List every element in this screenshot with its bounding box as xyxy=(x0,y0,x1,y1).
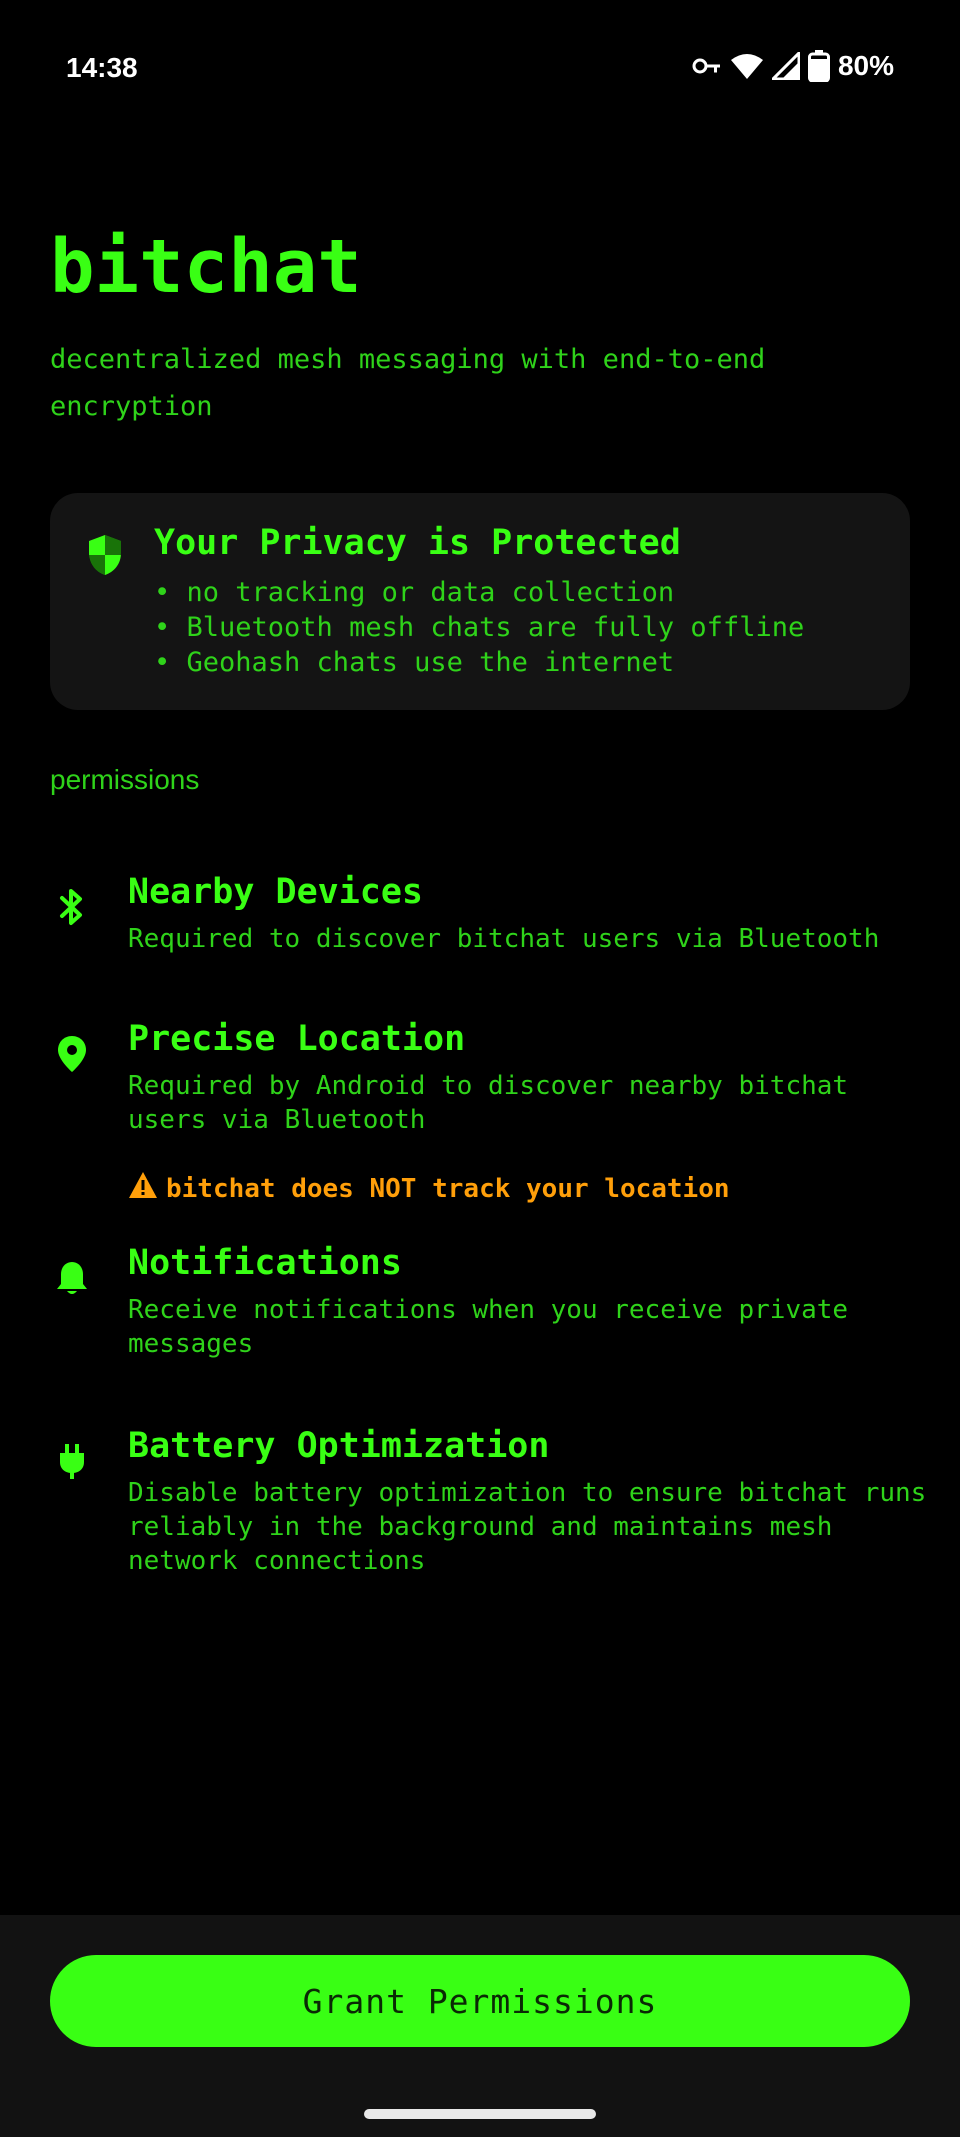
permission-description: Receive notifications when you receive p… xyxy=(128,1295,849,1359)
location-warning: bitchat does NOT track your location xyxy=(128,1171,730,1206)
bell-icon xyxy=(50,1259,94,1297)
permission-precise-location: Precise Location Required by Android to … xyxy=(50,1019,910,1219)
permission-nearby-devices: Nearby Devices Required to discover bitc… xyxy=(50,872,910,962)
status-bar: 14:38 80% xyxy=(0,0,960,140)
permission-description: Disable battery optimization to ensure b… xyxy=(128,1478,927,1576)
privacy-point: • no tracking or data collection xyxy=(154,577,675,608)
privacy-point: • Bluetooth mesh chats are fully offline xyxy=(154,612,805,643)
status-time: 14:38 xyxy=(66,52,138,83)
location-pin-icon xyxy=(50,1035,94,1073)
permission-title: Battery Optimization xyxy=(128,1426,550,1466)
app-title: bitchat xyxy=(50,224,362,310)
permission-title: Notifications xyxy=(128,1243,402,1283)
home-indicator[interactable] xyxy=(364,2109,596,2119)
cell-signal-icon xyxy=(771,52,800,80)
app-tagline: decentralized mesh messaging with end-to… xyxy=(50,344,766,422)
battery-percentage: 80% xyxy=(837,50,894,81)
privacy-title: Your Privacy is Protected xyxy=(154,523,681,563)
privacy-point: • Geohash chats use the internet xyxy=(154,647,675,678)
warning-icon xyxy=(128,1171,158,1206)
shield-icon xyxy=(86,533,124,581)
grant-permissions-button[interactable]: Grant Permissions xyxy=(50,1955,910,2047)
bluetooth-icon xyxy=(50,888,94,926)
plug-icon xyxy=(50,1442,94,1480)
permission-description: Required by Android to discover nearby b… xyxy=(128,1071,849,1135)
wifi-icon xyxy=(730,52,764,80)
privacy-points: • no tracking or data collection • Bluet… xyxy=(154,575,804,680)
status-icons: 80% xyxy=(692,50,894,82)
warning-text: bitchat does NOT track your location xyxy=(166,1173,730,1204)
permission-title: Nearby Devices xyxy=(128,872,424,912)
privacy-card: Your Privacy is Protected • no tracking … xyxy=(50,493,910,710)
bottom-action-bar: Grant Permissions xyxy=(0,1915,960,2137)
battery-icon xyxy=(807,50,830,82)
permission-battery-optimization: Battery Optimization Disable battery opt… xyxy=(50,1426,926,1586)
permission-title: Precise Location xyxy=(128,1019,466,1059)
permission-notifications: Notifications Receive notifications when… xyxy=(50,1243,910,1363)
permissions-heading: permissions xyxy=(50,764,200,795)
permission-description: Required to discover bitchat users via B… xyxy=(128,924,880,954)
vpn-key-icon xyxy=(692,55,722,77)
